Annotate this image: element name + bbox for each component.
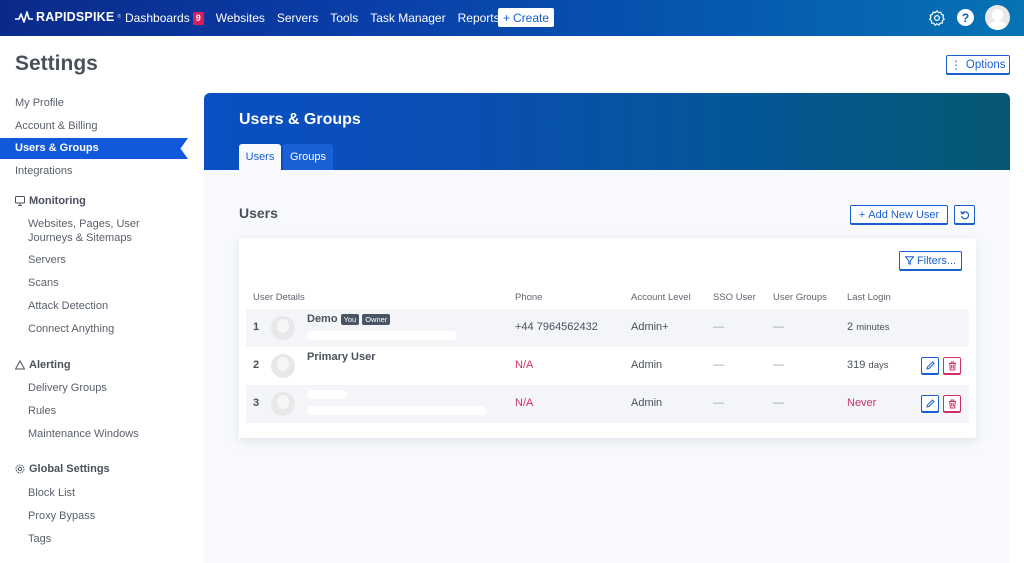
column-header-sso-user[interactable]: SSO User [713,292,756,303]
dashboards-count-badge: 9 [192,11,204,25]
sidebar-heading-alerting: Alerting [15,359,71,371]
pencil-icon [925,399,935,408]
refresh-button[interactable] [954,205,975,224]
user-groups-value: — [773,321,784,333]
row-index: 3 [253,397,260,409]
delete-user-button[interactable] [943,357,961,374]
section-header: Users & Groups Users Groups [204,93,1010,170]
users-table-card: Filters... User Details Phone Account Le… [239,238,976,438]
user-name: Primary User [307,351,376,363]
account-level-value: Admin [631,359,663,371]
column-header-user-groups[interactable]: User Groups [773,292,827,303]
sidebar-item-websites[interactable]: Websites, Pages, User Journeys & Sitemap… [28,217,140,245]
sidebar-item-users-groups-label[interactable]: Users & Groups [15,142,99,154]
phone-value: +44 7964562432 [515,321,598,333]
create-button[interactable]: + Create [498,8,554,27]
monitor-icon [15,196,25,206]
user-avatar [271,392,295,416]
last-login-value: 319 days [847,359,889,371]
tab-groups[interactable]: Groups [283,144,333,170]
user-avatar[interactable] [985,5,1010,30]
sidebar-item-tags[interactable]: Tags [28,532,51,546]
sidebar-heading-monitoring: Monitoring [15,195,86,207]
user-groups-value: — [773,359,784,371]
options-button[interactable]: ⋮ Options [946,55,1010,74]
sidebar-item-scans[interactable]: Scans [28,276,59,290]
nav-dashboards[interactable]: Dashboards 9 [125,11,204,25]
owner-badge: Owner [362,313,391,325]
table-row[interactable]: 1 Demo You Owner +44 7964562432 Admin+ —… [246,309,969,347]
brand-logo[interactable]: RAPIDSPIKE ® [15,10,121,24]
sso-value: — [713,397,724,409]
brand-name: RAPIDSPIKE [36,10,115,24]
gear-icon[interactable] [928,9,946,27]
edit-user-button[interactable] [921,357,939,374]
delete-user-button[interactable] [943,395,961,412]
trash-icon [948,399,956,408]
row-index: 1 [253,321,260,333]
add-new-user-button[interactable]: + Add New User [850,205,948,224]
trash-icon [948,361,956,370]
account-level-value: Admin [631,397,663,409]
plus-icon: + [858,208,866,221]
user-groups-value: — [773,397,784,409]
sidebar-item-maintenance-windows[interactable]: Maintenance Windows [28,427,139,441]
user-name: Demo You Owner [307,313,391,325]
sidebar-item-delivery-groups[interactable]: Delivery Groups [28,381,107,395]
sidebar-item-integrations[interactable]: Integrations [15,165,72,177]
sidebar-item-servers[interactable]: Servers [28,253,66,267]
edit-user-button[interactable] [921,395,939,412]
sidebar-item-connect-anything[interactable]: Connect Anything [28,322,114,336]
account-level-value: Admin+ [631,321,669,333]
sidebar-item-proxy-bypass[interactable]: Proxy Bypass [28,509,95,523]
phone-value: N/A [515,397,534,409]
user-avatar [271,316,295,340]
page-title: Settings [15,52,98,75]
user-avatar [271,354,295,378]
plus-icon: + [502,10,510,25]
sidebar-item-attack-detection[interactable]: Attack Detection [28,299,108,313]
sidebar-item-rules[interactable]: Rules [28,404,56,418]
column-header-account-level[interactable]: Account Level [631,292,691,303]
main-panel: Users & Groups Users Groups Users + Add … [204,93,1010,563]
pencil-icon [925,361,935,370]
sidebar-item-block-list[interactable]: Block List [28,486,75,500]
users-section-title: Users [239,205,278,221]
help-icon[interactable]: ? [957,9,974,26]
row-index: 2 [253,359,260,371]
kebab-icon: ⋮ [950,59,962,72]
redacted-name [307,390,347,399]
sso-value: — [713,359,724,371]
nav-websites[interactable]: Websites [216,11,265,25]
warning-icon [15,360,25,370]
refresh-icon [959,210,969,219]
filter-icon [904,256,914,265]
last-login-value: Never [847,397,877,409]
column-header-phone[interactable]: Phone [515,292,542,303]
sidebar-item-account-billing[interactable]: Account & Billing [15,120,98,132]
nav-servers[interactable]: Servers [277,11,318,25]
phone-value: N/A [515,359,534,371]
table-row[interactable]: 2 Primary User N/A Admin — — 319 days [246,347,969,385]
gear-icon [15,464,25,474]
nav-reports[interactable]: Reports [458,11,500,25]
pulse-logo-icon [15,11,33,23]
tab-users[interactable]: Users [239,144,281,170]
sso-value: — [713,321,724,333]
column-header-user-details[interactable]: User Details [253,292,305,303]
you-badge: You [340,313,360,325]
nav-tools[interactable]: Tools [330,11,358,25]
table-row[interactable]: 3 N/A Admin — — Never [246,385,969,423]
column-header-last-login[interactable]: Last Login [847,292,891,303]
top-navbar: RAPIDSPIKE ® Dashboards 9 Websites Server… [0,0,1024,36]
last-login-value: 2 minutes [847,321,890,333]
filters-button[interactable]: Filters... [899,251,962,270]
section-header-title: Users & Groups [239,111,361,128]
nav-task-manager[interactable]: Task Manager [370,11,445,25]
sidebar-heading-global-settings: Global Settings [15,463,110,475]
redacted-email [307,406,487,415]
redacted-email [307,331,457,340]
sidebar-item-my-profile[interactable]: My Profile [15,97,64,109]
